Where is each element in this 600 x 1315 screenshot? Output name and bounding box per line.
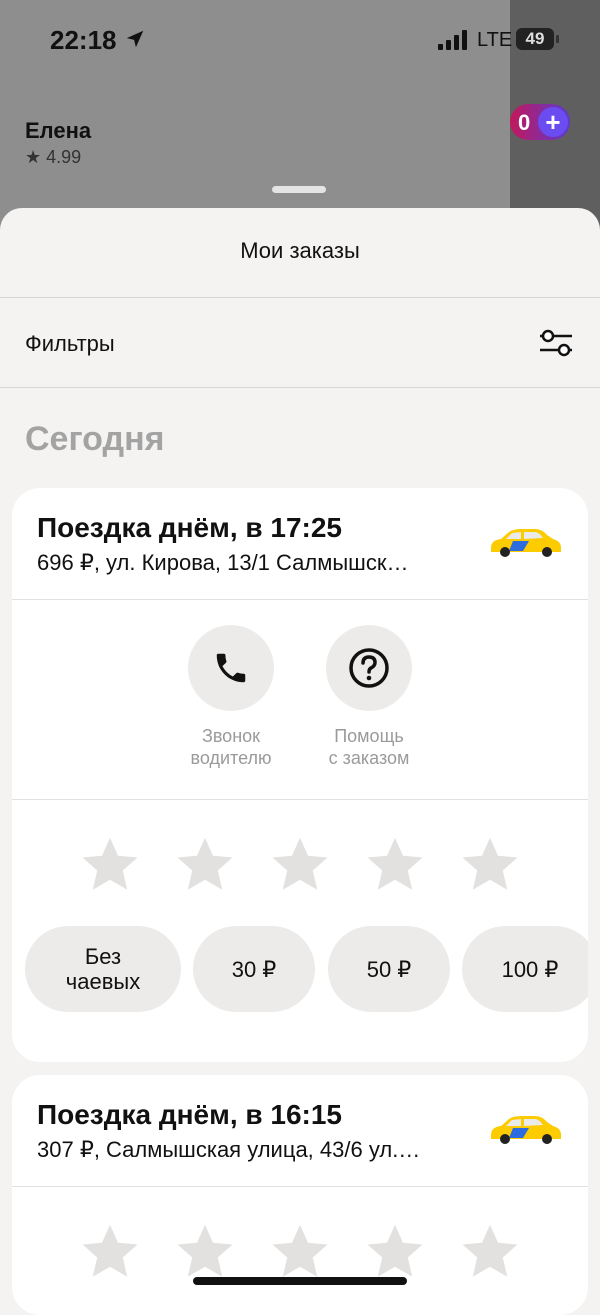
rating-star-icon[interactable]: [175, 1221, 235, 1281]
tip-button-none[interactable]: Без чаевых: [25, 926, 181, 1012]
rating-star-icon[interactable]: [175, 834, 235, 894]
order-help-button[interactable]: Помощь с заказом: [304, 625, 434, 769]
divider: [12, 799, 588, 800]
tip-label: 100 ₽: [501, 956, 559, 982]
tip-label: 30 ₽: [231, 956, 277, 982]
tip-button-50[interactable]: 50 ₽: [328, 926, 450, 1012]
plus-count: 0: [518, 110, 531, 135]
cellular-signal-icon: [438, 30, 467, 50]
rating-star-icon[interactable]: [270, 1221, 330, 1281]
order-title: Поездка днём, в 16:15: [37, 1099, 342, 1130]
home-indicator[interactable]: [193, 1277, 407, 1285]
action-label: Помощь: [334, 726, 404, 746]
filters-icon[interactable]: [538, 328, 574, 358]
rating-star-icon[interactable]: [80, 1221, 140, 1281]
location-arrow-icon: [126, 30, 144, 48]
phone-icon: [216, 653, 246, 683]
order-title: Поездка днём, в 17:25: [37, 512, 342, 543]
rating-stars: [80, 1221, 530, 1281]
rating-stars: [80, 834, 530, 894]
profile-rating: ★ 4.99: [25, 147, 82, 167]
sheet-grabber[interactable]: [272, 186, 326, 193]
order-card[interactable]: Поездка днём, в 17:25 696 ₽, ул. Кирова,…: [12, 488, 588, 1062]
plus-badge[interactable]: 0 +: [510, 104, 570, 140]
plus-icon: +: [538, 107, 568, 137]
status-time: 22:18: [50, 25, 117, 55]
rating-star-icon[interactable]: [365, 834, 425, 894]
status-bar: 22:18 LTE 49: [0, 0, 600, 80]
network-type: LTE: [477, 29, 513, 51]
battery-icon: 49: [516, 28, 560, 52]
action-label: с заказом: [328, 748, 410, 768]
rating-star-icon[interactable]: [460, 834, 520, 894]
tip-button-100[interactable]: 100 ₽: [462, 926, 588, 1012]
sheet-title: Мои заказы: [240, 238, 360, 263]
filters-row[interactable]: Фильтры: [0, 298, 600, 388]
tip-label: 50 ₽: [366, 956, 412, 982]
tip-button-30[interactable]: 30 ₽: [193, 926, 315, 1012]
divider: [12, 1186, 588, 1187]
taxi-car-icon: [491, 1116, 561, 1144]
orders-sheet: Мои заказы Фильтры Сегодня Поездка днём,…: [0, 208, 600, 1315]
tip-label: чаевых: [65, 969, 141, 994]
rating-star-icon[interactable]: [460, 1221, 520, 1281]
order-subtitle: 696 ₽, ул. Кирова, 13/1 Салмышск…: [37, 550, 409, 575]
action-label: Звонок: [201, 726, 261, 746]
section-heading-today: Сегодня: [25, 420, 165, 458]
taxi-car-icon: [491, 529, 561, 557]
divider: [12, 599, 588, 600]
divider: [0, 387, 600, 388]
order-subtitle: 307 ₽, Салмышская улица, 43/6 ул.…: [37, 1137, 421, 1162]
rating-star-icon[interactable]: [365, 1221, 425, 1281]
battery-level: 49: [516, 28, 554, 50]
tip-label: Без: [84, 944, 122, 969]
rating-star-icon[interactable]: [80, 834, 140, 894]
profile-name[interactable]: Елена: [25, 118, 91, 144]
question-icon: [349, 648, 389, 688]
filters-label: Фильтры: [25, 331, 115, 356]
call-driver-button[interactable]: Звонок водителю: [166, 625, 296, 769]
rating-star-icon[interactable]: [270, 834, 330, 894]
action-label: водителю: [190, 748, 272, 768]
